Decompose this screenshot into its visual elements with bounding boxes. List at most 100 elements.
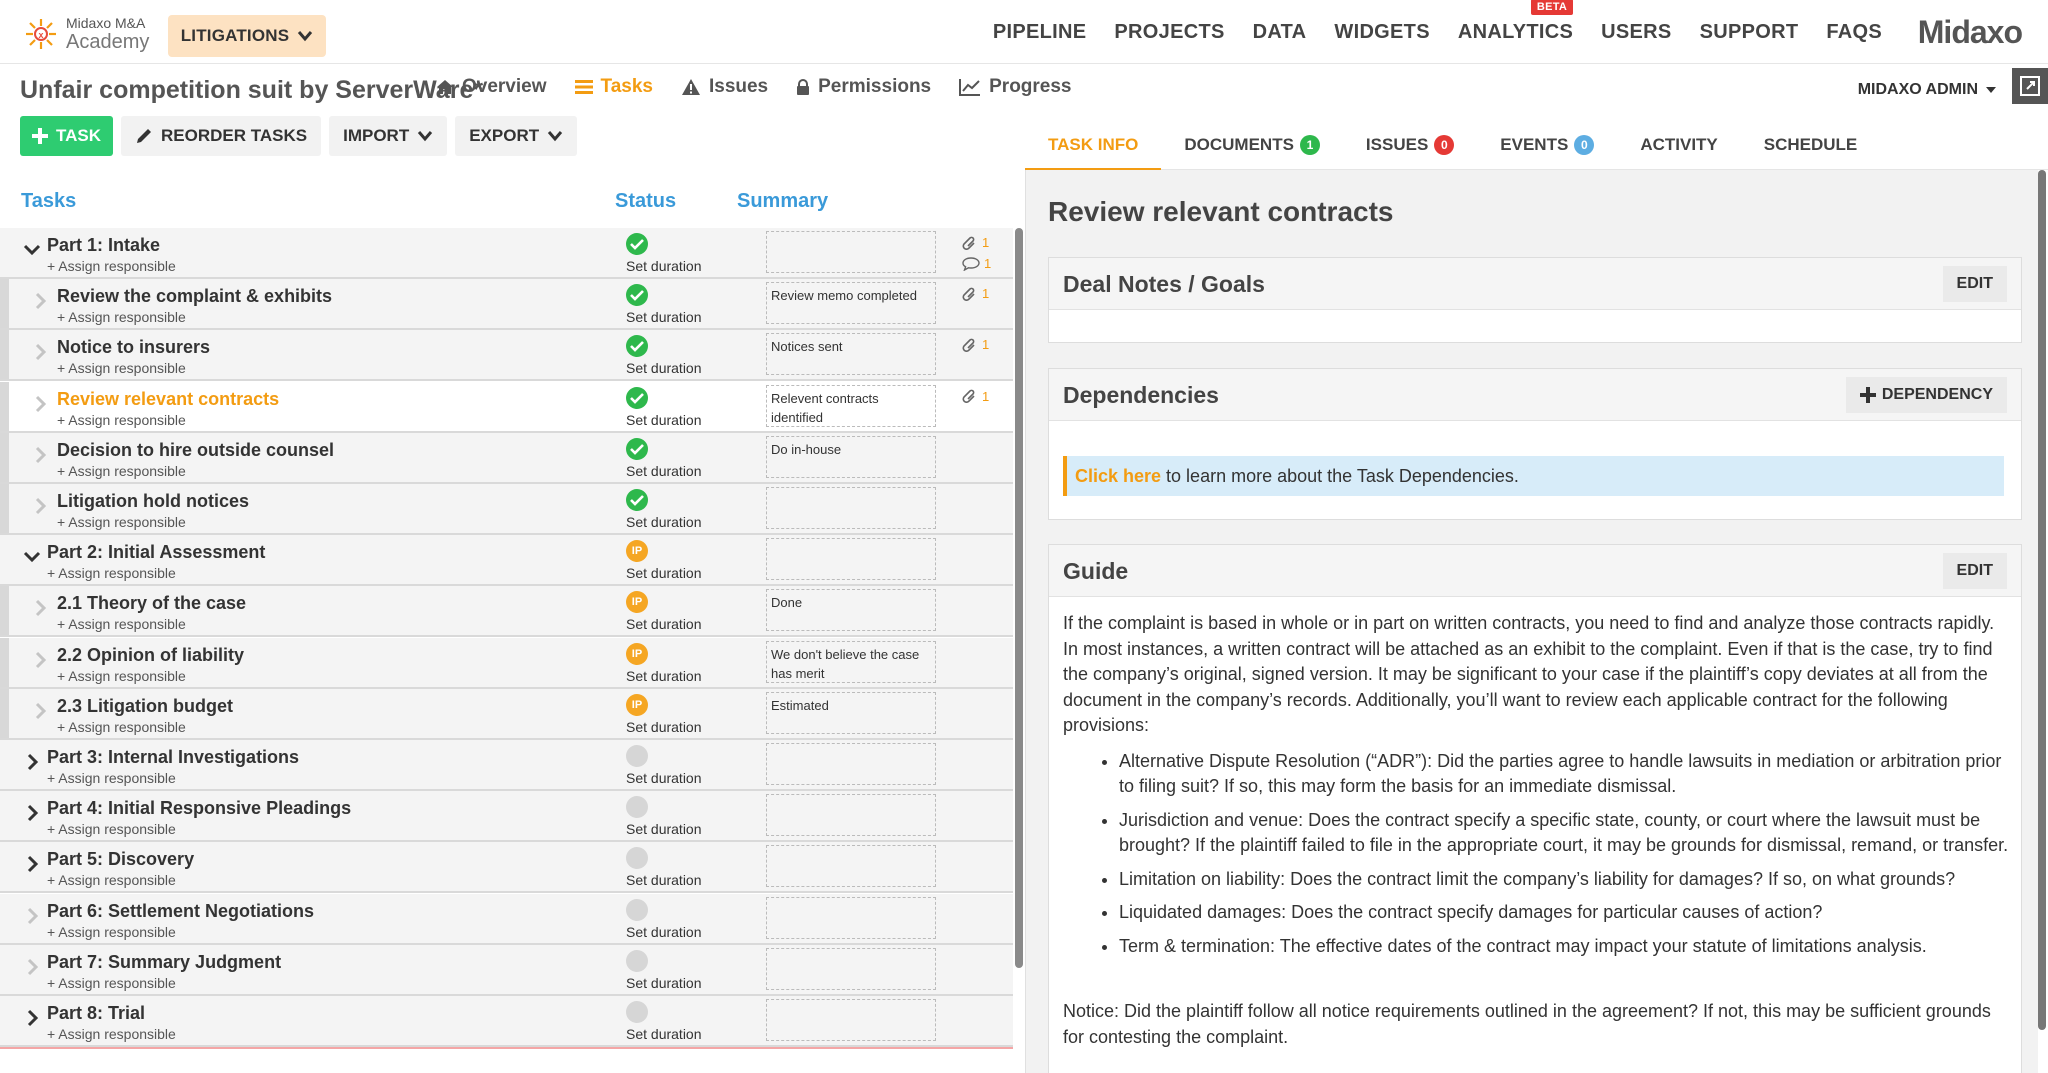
status-done-icon[interactable]	[626, 233, 648, 255]
set-duration-link[interactable]: Set duration	[626, 616, 702, 632]
summary-field[interactable]: Done	[766, 589, 936, 632]
set-duration-link[interactable]: Set duration	[626, 309, 702, 325]
task-name[interactable]: Notice to insurers	[57, 337, 210, 358]
assign-responsible-link[interactable]: + Assign responsible	[57, 412, 186, 428]
nav-support[interactable]: SUPPORT	[1700, 21, 1799, 44]
task-name[interactable]: Litigation hold notices	[57, 491, 249, 512]
assign-responsible-link[interactable]: + Assign responsible	[47, 1026, 176, 1042]
add-dependency-button[interactable]: DEPENDENCY	[1845, 377, 2007, 413]
summary-field[interactable]: Do in-house	[766, 435, 936, 478]
task-row[interactable]: 2.2 Opinion of liability + Assign respons…	[0, 637, 1013, 689]
assign-responsible-link[interactable]: + Assign responsible	[47, 821, 176, 837]
summary-field[interactable]: Estimated	[766, 691, 936, 734]
assign-responsible-link[interactable]: + Assign responsible	[47, 975, 176, 991]
status-done-icon[interactable]	[626, 284, 648, 307]
task-row[interactable]: Part 7: Summary Judgment + Assign respons…	[0, 944, 1013, 996]
summary-field[interactable]	[766, 743, 936, 785]
task-name[interactable]: 2.2 Opinion of liability	[57, 645, 244, 666]
deal-notes-edit-button[interactable]: EDIT	[1942, 266, 2007, 302]
task-row[interactable]: Review the complaint & exhibits + Assign …	[0, 279, 1013, 331]
chevron-right-icon[interactable]	[22, 752, 42, 772]
midaxo-brand-logo[interactable]: Midaxo	[1918, 14, 2023, 51]
nav-users[interactable]: USERS	[1601, 21, 1671, 44]
summary-field[interactable]: We don't believe the case has merit	[766, 640, 936, 683]
task-row[interactable]: Part 2: Initial Assessment + Assign respo…	[0, 535, 1013, 587]
set-duration-link[interactable]: Set duration	[626, 770, 702, 786]
assign-responsible-link[interactable]: + Assign responsible	[57, 668, 186, 684]
chevron-right-icon[interactable]	[30, 496, 50, 516]
task-name[interactable]: Part 6: Settlement Negotiations	[47, 901, 314, 922]
status-not-started-icon[interactable]	[626, 1001, 648, 1023]
task-list-scrollbar[interactable]	[1015, 228, 1023, 968]
summary-field[interactable]	[766, 896, 936, 939]
tab-activity[interactable]: ACTIVITY	[1617, 120, 1740, 170]
task-name[interactable]: Part 3: Internal Investigations	[47, 747, 299, 768]
set-duration-link[interactable]: Set duration	[626, 719, 702, 735]
status-in-progress-icon[interactable]: IP	[626, 642, 648, 665]
assign-responsible-link[interactable]: + Assign responsible	[57, 719, 186, 735]
status-done-icon[interactable]	[626, 335, 648, 358]
set-duration-link[interactable]: Set duration	[626, 975, 702, 991]
task-row[interactable]: Part 4: Initial Responsive Pleadings + As…	[0, 791, 1013, 843]
task-name[interactable]: Part 1: Intake	[47, 235, 160, 256]
status-not-started-icon[interactable]	[626, 949, 648, 972]
tab-issues[interactable]: Issues	[681, 76, 768, 98]
reorder-tasks-button[interactable]: REORDER TASKS	[121, 116, 322, 156]
set-duration-link[interactable]: Set duration	[626, 1026, 702, 1042]
summary-field[interactable]	[766, 487, 936, 529]
user-menu[interactable]: MIDAXO ADMIN	[1858, 74, 1996, 106]
guide-edit-button[interactable]: EDIT	[1942, 553, 2007, 589]
task-name[interactable]: 2.3 Litigation budget	[57, 696, 233, 717]
detail-panel-scrollbar[interactable]	[2038, 170, 2046, 1030]
status-not-started-icon[interactable]	[626, 745, 648, 767]
chevron-right-icon[interactable]	[30, 445, 50, 465]
status-done-icon[interactable]	[626, 489, 648, 511]
column-summary[interactable]: Summary	[737, 190, 828, 213]
add-task-button[interactable]: TASK	[20, 116, 114, 156]
assign-responsible-link[interactable]: + Assign responsible	[57, 463, 186, 479]
academy-logo[interactable]: x Midaxo M&A Academy	[24, 14, 149, 54]
attachment-count[interactable]: 1	[962, 389, 989, 404]
assign-responsible-link[interactable]: + Assign responsible	[57, 616, 186, 632]
set-duration-link[interactable]: Set duration	[626, 821, 702, 837]
status-not-started-icon[interactable]	[626, 796, 648, 819]
set-duration-link[interactable]: Set duration	[626, 514, 702, 530]
set-duration-link[interactable]: Set duration	[626, 924, 702, 940]
task-row[interactable]: Part 8: Trial + Assign responsible Set dur…	[0, 996, 1013, 1047]
task-row[interactable]: Litigation hold notices + Assign responsi…	[0, 484, 1013, 535]
status-in-progress-icon[interactable]: IP	[626, 540, 648, 563]
import-button[interactable]: IMPORT	[329, 116, 448, 156]
status-done-icon[interactable]	[626, 437, 648, 460]
set-duration-link[interactable]: Set duration	[626, 668, 702, 684]
assign-responsible-link[interactable]: + Assign responsible	[47, 565, 176, 581]
summary-field[interactable]	[766, 794, 936, 837]
summary-field[interactable]	[766, 845, 936, 888]
status-not-started-icon[interactable]	[626, 898, 648, 921]
assign-responsible-link[interactable]: + Assign responsible	[47, 924, 176, 940]
tab-progress[interactable]: Progress	[959, 76, 1072, 98]
tab-schedule[interactable]: SCHEDULE	[1741, 120, 1881, 170]
chevron-right-icon[interactable]	[22, 906, 42, 926]
export-button[interactable]: EXPORT	[455, 116, 578, 156]
set-duration-link[interactable]: Set duration	[626, 360, 702, 376]
summary-field[interactable]: Notices sent	[766, 333, 936, 376]
tab-overview[interactable]: Overview	[436, 76, 547, 98]
nav-data[interactable]: DATA	[1253, 21, 1307, 44]
chevron-right-icon[interactable]	[30, 598, 50, 618]
tab-issues[interactable]: ISSUES 0	[1343, 120, 1477, 170]
nav-projects[interactable]: PROJECTS	[1114, 21, 1224, 44]
task-row[interactable]: Notice to insurers + Assign responsible Se…	[0, 330, 1013, 382]
summary-field[interactable]	[766, 538, 936, 581]
column-tasks[interactable]: Tasks	[21, 190, 76, 213]
attachment-count[interactable]: 1	[962, 235, 989, 250]
chevron-right-icon[interactable]	[30, 394, 50, 414]
task-name[interactable]: Review relevant contracts	[57, 389, 279, 410]
task-row[interactable]: 2.1 Theory of the case + Assign responsib…	[0, 586, 1013, 638]
chevron-right-icon[interactable]	[30, 701, 50, 721]
set-duration-link[interactable]: Set duration	[626, 412, 702, 428]
chevron-right-icon[interactable]	[22, 957, 42, 977]
litigations-module-button[interactable]: LITIGATIONS	[168, 15, 326, 57]
summary-field[interactable]	[766, 947, 936, 990]
summary-field[interactable]: Relevent contracts identified	[766, 384, 936, 427]
task-row[interactable]: 2.3 Litigation budget + Assign responsibl…	[0, 688, 1013, 740]
